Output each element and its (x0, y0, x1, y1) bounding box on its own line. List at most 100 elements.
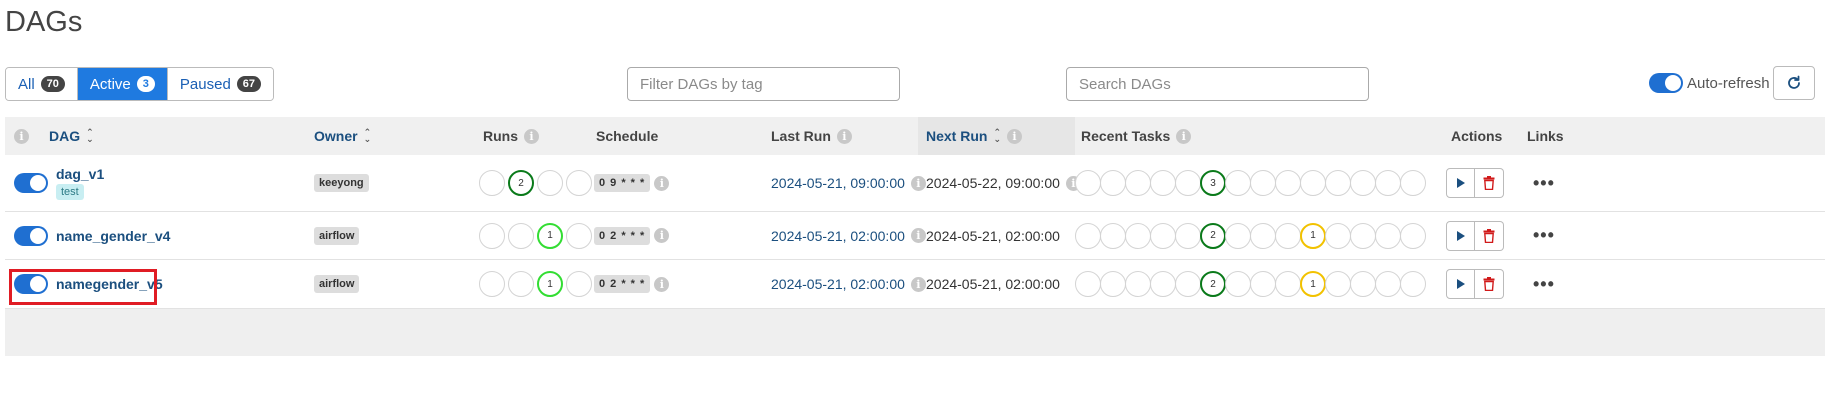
owner-cell: keeyong (314, 155, 369, 211)
last-run-link[interactable]: 2024-05-21, 02:00:00 (771, 276, 905, 292)
task-status-circle[interactable]: 1 (1300, 222, 1326, 249)
task-status-circle[interactable] (1175, 222, 1201, 249)
task-status-circle[interactable] (1275, 222, 1301, 249)
task-status-circle[interactable] (1150, 271, 1176, 297)
task-status-circle[interactable] (1275, 170, 1301, 196)
dag-pause-toggle[interactable] (14, 225, 48, 246)
column-last-run-label: Last Run (771, 128, 831, 144)
task-status-circle[interactable] (1400, 222, 1426, 249)
task-status-circle[interactable] (1225, 222, 1251, 249)
task-status-circle[interactable] (1100, 170, 1126, 196)
task-status-circle[interactable] (1075, 271, 1101, 297)
info-icon: i (836, 128, 852, 144)
task-status-circle[interactable] (1125, 271, 1151, 297)
schedule-badge[interactable]: 0 2 * * * (594, 275, 651, 293)
schedule-cell: 0 2 * * * i (594, 212, 670, 259)
column-dag[interactable]: DAG ⌃ ⌄ (49, 117, 94, 155)
task-status-circle[interactable] (1400, 271, 1426, 297)
task-status-circle[interactable] (1100, 222, 1126, 249)
runs-cell: 1 (479, 212, 592, 259)
run-status-circle[interactable]: 1 (537, 271, 563, 297)
task-status-circle[interactable] (1175, 271, 1201, 297)
column-owner[interactable]: Owner ⌃ ⌄ (314, 117, 371, 155)
owner-badge[interactable]: airflow (314, 275, 360, 293)
task-status-circle[interactable] (1400, 170, 1426, 196)
task-status-circle[interactable] (1250, 222, 1276, 249)
run-status-circle[interactable] (566, 222, 592, 249)
task-status-circle[interactable] (1325, 271, 1351, 297)
next-run-value: 2024-05-22, 09:00:00 (926, 175, 1060, 191)
dag-name-link[interactable]: namegender_v5 (56, 276, 163, 292)
run-status-circle[interactable] (479, 222, 505, 249)
search-dags-input[interactable] (1066, 67, 1369, 101)
task-status-circle[interactable] (1350, 170, 1376, 196)
task-status-circle[interactable] (1250, 271, 1276, 297)
run-status-circle[interactable]: 1 (537, 222, 563, 249)
task-status-circle[interactable] (1125, 222, 1151, 249)
last-run-link[interactable]: 2024-05-21, 02:00:00 (771, 228, 905, 244)
run-status-circle[interactable] (479, 271, 505, 297)
filter-paused-button[interactable]: Paused 67 (167, 68, 274, 100)
dag-tag[interactable]: test (56, 184, 84, 200)
owner-badge[interactable]: airflow (314, 226, 360, 245)
dag-pause-toggle[interactable] (14, 173, 48, 193)
last-run-link[interactable]: 2024-05-21, 09:00:00 (771, 175, 905, 191)
dag-name-link[interactable]: name_gender_v4 (56, 228, 170, 244)
task-status-circle[interactable] (1225, 271, 1251, 297)
column-runs: Runs i (483, 117, 539, 155)
task-status-circle[interactable]: 2 (1200, 222, 1226, 249)
dag-pause-toggle[interactable] (14, 274, 48, 294)
dag-cell: name_gender_v4 (14, 212, 170, 259)
run-status-circle[interactable] (566, 271, 592, 297)
run-status-circle[interactable] (508, 271, 534, 297)
task-status-circle[interactable] (1325, 222, 1351, 249)
task-status-circle[interactable] (1125, 170, 1151, 196)
schedule-badge[interactable]: 0 2 * * * (594, 226, 651, 245)
run-status-circle[interactable] (566, 170, 592, 196)
filter-all-button[interactable]: All 70 (6, 68, 78, 100)
delete-dag-button[interactable] (1475, 269, 1504, 299)
task-status-circle[interactable] (1175, 170, 1201, 196)
more-links-icon[interactable]: ••• (1533, 173, 1555, 194)
delete-dag-button[interactable] (1475, 168, 1504, 198)
task-status-circle[interactable] (1075, 222, 1101, 249)
task-status-circle[interactable]: 1 (1300, 271, 1326, 297)
refresh-button[interactable] (1773, 66, 1815, 100)
task-status-circle[interactable] (1075, 170, 1101, 196)
run-status-circle[interactable] (537, 170, 563, 196)
task-status-circle[interactable] (1375, 170, 1401, 196)
trigger-dag-button[interactable] (1446, 269, 1475, 299)
task-status-circle[interactable] (1375, 271, 1401, 297)
task-status-circle[interactable] (1350, 222, 1376, 249)
task-status-circle[interactable] (1250, 170, 1276, 196)
task-status-circle[interactable] (1150, 222, 1176, 249)
task-status-circle[interactable] (1275, 271, 1301, 297)
info-icon: i (14, 128, 29, 144)
more-links-icon[interactable]: ••• (1533, 274, 1555, 295)
task-status-circle[interactable]: 3 (1200, 170, 1226, 196)
task-status-circle[interactable] (1350, 271, 1376, 297)
column-owner-label: Owner (314, 128, 358, 144)
task-status-circle[interactable] (1100, 271, 1126, 297)
auto-refresh-toggle[interactable] (1649, 73, 1683, 93)
task-status-circle[interactable] (1300, 170, 1326, 196)
task-status-circle[interactable] (1325, 170, 1351, 196)
task-status-circle[interactable] (1225, 170, 1251, 196)
recent-tasks-circles: 21 (1075, 271, 1426, 297)
run-status-circle[interactable] (479, 170, 505, 196)
owner-badge[interactable]: keeyong (314, 174, 369, 192)
task-status-circle[interactable]: 2 (1200, 271, 1226, 297)
column-next-run[interactable]: Next Run ⌃ ⌄ i (918, 117, 1075, 155)
run-status-circle[interactable] (508, 222, 534, 249)
run-status-circle[interactable]: 2 (508, 170, 534, 196)
more-links-icon[interactable]: ••• (1533, 225, 1555, 246)
dag-name-link[interactable]: dag_v1 (56, 166, 104, 182)
task-status-circle[interactable] (1150, 170, 1176, 196)
task-status-circle[interactable] (1375, 222, 1401, 249)
schedule-badge[interactable]: 0 9 * * * (594, 174, 651, 192)
filter-active-button[interactable]: Active 3 (77, 68, 168, 100)
trigger-dag-button[interactable] (1446, 168, 1475, 198)
delete-dag-button[interactable] (1475, 220, 1504, 251)
trigger-dag-button[interactable] (1446, 220, 1475, 251)
tag-filter-input[interactable] (627, 67, 900, 101)
